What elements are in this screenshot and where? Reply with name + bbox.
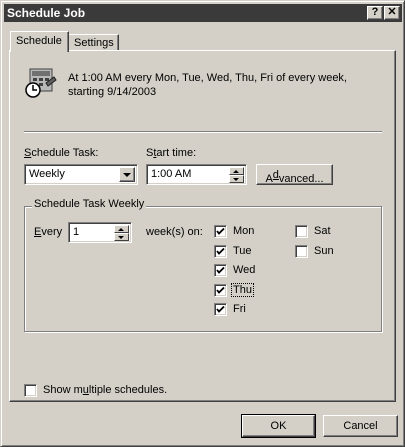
checkbox-sun[interactable]: [295, 245, 308, 258]
checkmark-icon: [216, 305, 225, 313]
help-icon: ?: [371, 6, 379, 18]
checkmark-icon: [216, 266, 225, 274]
close-icon: ✕: [387, 6, 397, 18]
spin-up-icon[interactable]: [114, 225, 129, 233]
weeks-on-label: week(s) on:: [146, 226, 203, 238]
schedule-task-dropdown[interactable]: Weekly: [24, 164, 138, 185]
checkmark-icon: [216, 286, 225, 294]
day-label-sat: Sat: [314, 225, 331, 237]
active-tab-joint: [11, 50, 67, 52]
checkmark-icon: [216, 247, 225, 255]
tab-settings-label: Settings: [74, 37, 114, 49]
tab-schedule[interactable]: Schedule: [10, 31, 69, 52]
schedule-job-dialog: Schedule Job ? ✕ Schedule Settings At 1:…: [0, 0, 405, 447]
every-label-post: very: [41, 226, 63, 238]
tab-schedule-label: Schedule: [16, 35, 62, 47]
show-multiple-schedules-checkbox[interactable]: [24, 384, 37, 397]
day-label-wed: Wed: [233, 264, 256, 276]
title-bar[interactable]: Schedule Job ? ✕: [4, 4, 402, 22]
schedule-weekly-group-title: Schedule Task Weekly: [32, 198, 147, 210]
checkbox-wed[interactable]: [214, 264, 227, 277]
checkbox-mon[interactable]: [214, 225, 227, 238]
spin-down-icon[interactable]: [229, 175, 244, 183]
window-title: Schedule Job: [7, 6, 86, 20]
schedule-task-value: Weekly: [29, 168, 65, 180]
dropdown-arrow-icon[interactable]: [119, 167, 135, 182]
day-label-thu: Thu: [231, 283, 254, 297]
separator: [24, 131, 382, 133]
checkbox-tue[interactable]: [214, 245, 227, 258]
start-time-input[interactable]: 1:00 AM: [146, 164, 247, 185]
every-weeks-value: 1: [73, 226, 80, 238]
day-label-sun: Sun: [314, 245, 334, 257]
ok-button[interactable]: OK: [241, 414, 316, 438]
ok-label: OK: [270, 420, 287, 432]
close-button[interactable]: ✕: [384, 6, 400, 20]
advanced-label-post: vanced...: [278, 173, 324, 185]
spin-up-icon[interactable]: [229, 167, 244, 175]
checkbox-sat[interactable]: [295, 225, 308, 238]
spin-down-icon[interactable]: [114, 233, 129, 241]
advanced-button[interactable]: Advanced...: [256, 164, 333, 185]
start-time-spinner[interactable]: [229, 167, 244, 183]
checkbox-fri[interactable]: [214, 303, 227, 316]
schedule-summary: At 1:00 AM every Mon, Tue, Wed, Thu, Fri…: [68, 71, 368, 99]
start-time-value: 1:00 AM: [151, 168, 192, 180]
advanced-label-pre: A: [265, 173, 273, 185]
checkmark-icon: [216, 227, 225, 235]
scheduled-task-clock-icon: [25, 68, 57, 98]
tab-settings[interactable]: Settings: [68, 34, 119, 50]
start-time-label: Start time:: [146, 147, 196, 159]
schedule-task-label: Schedule Task:: [24, 147, 98, 159]
day-label-fri: Fri: [233, 303, 246, 315]
day-label-tue: Tue: [233, 245, 252, 257]
schedule-task-label-post: chedule Task:: [31, 147, 99, 159]
every-weeks-spinner[interactable]: [114, 225, 129, 241]
every-weeks-input[interactable]: 1: [68, 222, 132, 243]
multiple-label-post: ltiple schedules.: [88, 384, 168, 396]
checkbox-thu[interactable]: [214, 284, 227, 297]
start-time-label-post: art time:: [156, 147, 197, 159]
multiple-label-pre: Show m: [43, 384, 83, 396]
summary-line-1: At 1:00 AM every Mon, Tue, Wed, Thu, Fri…: [68, 72, 347, 84]
summary-line-2: starting 9/14/2003: [68, 86, 157, 98]
cancel-label: Cancel: [343, 420, 378, 432]
cancel-button[interactable]: Cancel: [323, 415, 398, 437]
advanced-label-mnemonic: d: [272, 169, 279, 181]
show-multiple-schedules-label: Show multiple schedules.: [43, 384, 167, 396]
day-label-mon: Mon: [233, 225, 255, 237]
help-button[interactable]: ?: [367, 6, 383, 20]
every-label: Every: [34, 226, 62, 238]
